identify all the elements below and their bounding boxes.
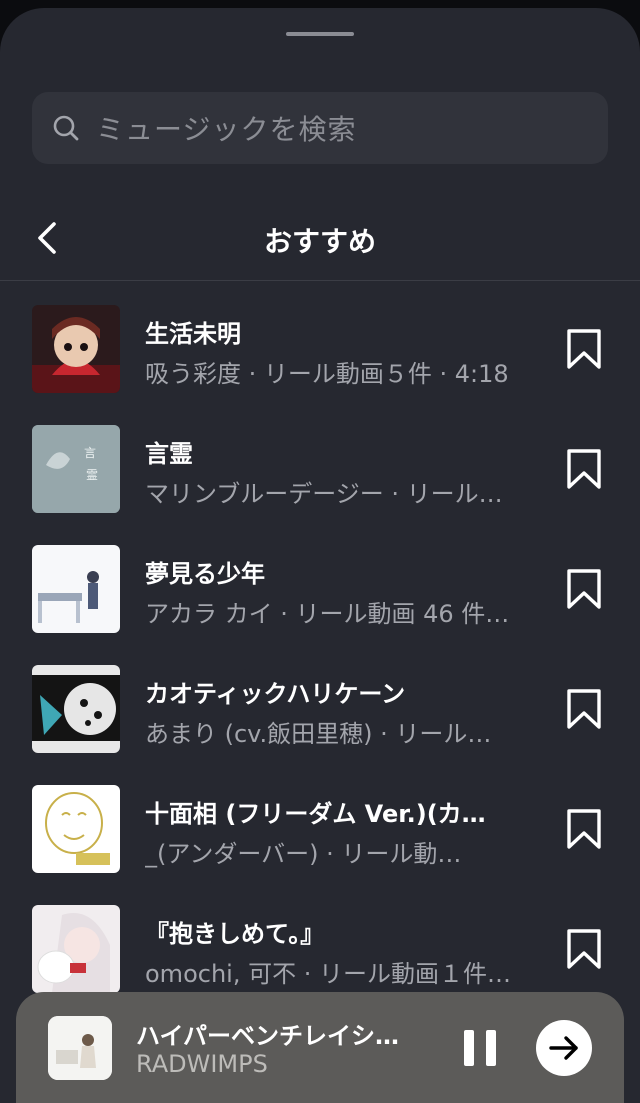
- song-subtitle: omochi, 可不 · リール動画１件…: [145, 960, 511, 988]
- song-title: 夢見る少年: [145, 560, 265, 588]
- album-art: [32, 665, 120, 753]
- search-field[interactable]: ミュージックを検索: [32, 92, 608, 164]
- song-row[interactable]: 夢見る少年 アカラ カイ · リール動画 46 件…: [0, 536, 640, 656]
- song-title: 生活未明: [145, 320, 241, 348]
- song-row[interactable]: 言 霊 言霊 マリンブルーデージー · リール…: [0, 416, 640, 536]
- bookmark-icon[interactable]: [566, 808, 602, 850]
- song-list: 生活未明 吸う彩度 · リール動画５件 · 4:18 言 霊 言霊 マリンブルー…: [0, 296, 640, 1016]
- pause-icon[interactable]: [462, 1028, 498, 1068]
- bookmark-icon[interactable]: [566, 448, 602, 490]
- bookmark-icon[interactable]: [566, 328, 602, 370]
- album-art: [32, 545, 120, 633]
- header-divider: [0, 280, 640, 281]
- song-subtitle: _(アンダーバー) · リール動…: [145, 840, 462, 868]
- svg-text:霊: 霊: [86, 468, 98, 482]
- section-title: おすすめ: [263, 225, 376, 258]
- bookmark-icon[interactable]: [566, 568, 602, 610]
- album-art: [32, 785, 120, 873]
- music-picker-sheet: ミュージックを検索 おすすめ 生活未明 吸う彩度 · リール動画５件 · 4:1…: [0, 8, 640, 1103]
- song-subtitle: 吸う彩度 · リール動画５件 · 4:18: [145, 360, 509, 388]
- song-title: 十面相 (フリーダム Ver.)(カ…: [145, 800, 486, 828]
- now-playing-artist: RADWIMPS: [136, 1050, 268, 1078]
- album-art: 言 霊: [32, 425, 120, 513]
- next-button[interactable]: [536, 1020, 592, 1076]
- song-subtitle: あまり (cv.飯田里穂) · リール…: [145, 720, 492, 748]
- song-row[interactable]: 十面相 (フリーダム Ver.)(カ… _(アンダーバー) · リール動…: [0, 776, 640, 896]
- song-title: 『抱きしめて。』: [145, 920, 325, 948]
- arrow-right-icon: [549, 1036, 578, 1060]
- search-icon: [53, 115, 79, 141]
- now-playing-bar[interactable]: ハイパーベンチレイシ… RADWIMPS: [16, 992, 624, 1103]
- album-art: [32, 905, 120, 993]
- song-title: カオティックハリケーン: [145, 680, 406, 708]
- song-row[interactable]: 生活未明 吸う彩度 · リール動画５件 · 4:18: [0, 296, 640, 416]
- song-subtitle: マリンブルーデージー · リール…: [145, 480, 503, 508]
- song-title: 言霊: [145, 440, 193, 468]
- bookmark-icon[interactable]: [566, 928, 602, 970]
- section-header: おすすめ: [0, 198, 640, 280]
- song-row[interactable]: カオティックハリケーン あまり (cv.飯田里穂) · リール…: [0, 656, 640, 776]
- bookmark-icon[interactable]: [566, 688, 602, 730]
- search-placeholder[interactable]: ミュージックを検索: [96, 108, 356, 148]
- album-art: [32, 305, 120, 393]
- song-subtitle: アカラ カイ · リール動画 46 件…: [145, 600, 510, 628]
- svg-text:言: 言: [84, 446, 96, 460]
- now-playing-art: [48, 1016, 112, 1080]
- now-playing-title: ハイパーベンチレイシ…: [136, 1022, 400, 1050]
- sheet-grabber[interactable]: [286, 32, 354, 36]
